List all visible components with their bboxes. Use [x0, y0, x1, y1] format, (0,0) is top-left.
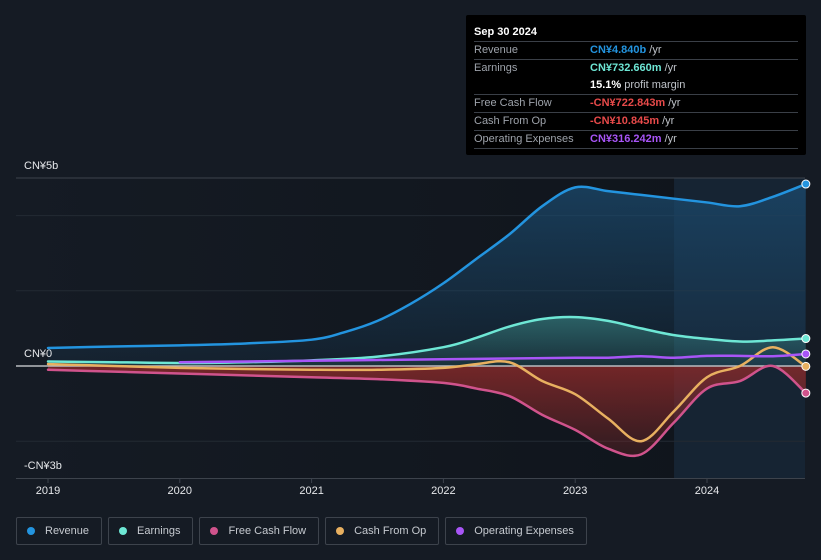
legend-item-cash-from-op[interactable]: Cash From Op — [325, 517, 440, 545]
tooltip-row: Revenue CN¥4.840b/yr — [474, 42, 798, 60]
tooltip-value: 15.1% — [590, 79, 622, 91]
revenue-end-marker — [801, 179, 811, 189]
y-tick-label-top: CN¥5b — [24, 160, 59, 172]
legend-dot-icon — [336, 527, 345, 535]
y-tick-label-bottom: -CN¥3b — [24, 460, 62, 472]
tooltip-unit: /yr — [664, 62, 677, 74]
legend-label: Revenue — [45, 525, 90, 537]
tooltip-value: -CN¥10.845m — [590, 115, 660, 127]
tooltip-date: Sep 30 2024 — [474, 23, 798, 42]
tooltip-row: Operating Expenses CN¥316.242m/yr — [474, 131, 798, 149]
legend-dot-icon — [119, 527, 128, 535]
tooltip-label: Free Cash Flow — [474, 97, 552, 109]
tooltip-unit: /yr — [664, 133, 677, 145]
tooltip-row: Free Cash Flow -CN¥722.843m/yr — [474, 95, 798, 113]
tooltip-label: Cash From Op — [474, 115, 547, 127]
legend-label: Free Cash Flow — [228, 525, 307, 537]
x-tick-label: 2021 — [299, 485, 324, 497]
tooltip-value: CN¥316.242m — [590, 133, 662, 145]
legend-dot-icon — [456, 527, 465, 535]
tooltip-label — [474, 77, 590, 94]
tooltip-row: Earnings CN¥732.660m/yr — [474, 60, 798, 77]
legend-item-operating-expenses[interactable]: Operating Expenses — [445, 517, 587, 545]
tooltip-label: Earnings — [474, 62, 518, 74]
tooltip-unit: /yr — [649, 44, 662, 56]
legend-dot-icon — [210, 527, 219, 535]
legend-item-free-cash-flow[interactable]: Free Cash Flow — [199, 517, 320, 545]
tooltip-row: Cash From Op -CN¥10.845m/yr — [474, 113, 798, 131]
y-tick-label-zero: CN¥0 — [24, 348, 53, 360]
tooltip-unit: /yr — [662, 115, 675, 127]
x-tick-label: 2023 — [562, 485, 588, 497]
x-tick-label: 2019 — [35, 485, 61, 497]
tooltip-unit: profit margin — [624, 79, 686, 91]
tooltip-value: -CN¥722.843m — [590, 97, 666, 109]
tooltip-value: CN¥4.840b — [590, 44, 647, 56]
tooltip-value: CN¥732.660m — [590, 62, 662, 74]
legend-dot-icon — [27, 527, 35, 535]
x-tick-label: 2024 — [694, 485, 720, 497]
legend: Revenue Earnings Free Cash Flow Cash From O… — [16, 517, 587, 545]
x-tick-label: 2022 — [431, 485, 456, 497]
operating-expenses-end-marker — [801, 349, 811, 359]
tooltip-row: 15.1% profit margin — [474, 77, 798, 95]
legend-label: Cash From Op — [354, 525, 427, 537]
x-tick-label: 2020 — [167, 485, 193, 497]
legend-item-earnings[interactable]: Earnings — [108, 517, 194, 545]
tooltip: Sep 30 2024 Revenue CN¥4.840b/yr Earnings C… — [466, 15, 806, 155]
tooltip-label: Operating Expenses — [474, 133, 574, 145]
tooltip-label: Revenue — [474, 44, 519, 56]
legend-label: Operating Expenses — [474, 525, 574, 537]
legend-label: Earnings — [137, 525, 181, 537]
legend-item-revenue[interactable]: Revenue — [16, 517, 103, 545]
earnings-end-marker — [801, 334, 811, 344]
tooltip-unit: /yr — [668, 97, 681, 109]
free-cash-flow-end-marker — [801, 388, 811, 398]
cash-from-op-end-marker — [801, 361, 811, 371]
